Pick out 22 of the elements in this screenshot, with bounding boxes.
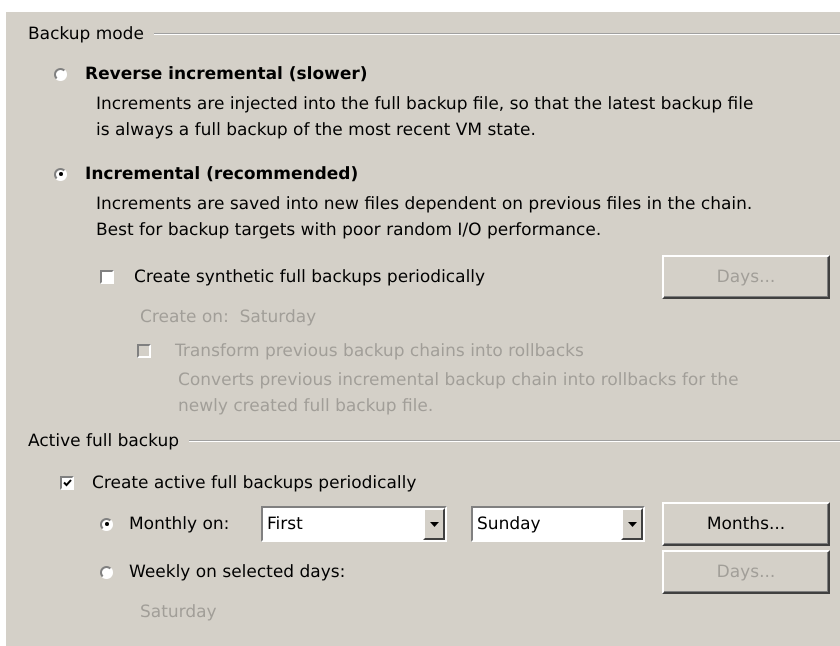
checkbox[interactable] <box>100 270 114 284</box>
dropdown-arrow-icon <box>628 522 636 526</box>
radio-button[interactable] <box>54 68 67 80</box>
option-label: Reverse incremental (slower) <box>85 64 368 84</box>
section-title: Backup mode <box>28 24 144 44</box>
option-label: Incremental (recommended) <box>85 164 358 184</box>
checkmark-icon <box>62 479 72 487</box>
option-label: Monthly on: <box>129 514 230 534</box>
radio-button[interactable] <box>100 518 113 530</box>
section-title: Active full backup <box>28 431 180 451</box>
checkbox-label: Create synthetic full backups periodically <box>134 267 486 287</box>
option-description: Increments are saved into new files dependent on previous files in the chain. Best for backup targets with poor random I/O performance. <box>96 193 752 242</box>
option-label: Weekly on selected days: <box>129 562 346 582</box>
checkbox-label: Create active full backups periodically <box>92 473 416 493</box>
radio-button[interactable] <box>54 168 67 180</box>
radio-button[interactable] <box>100 566 113 578</box>
dropdown-arrow-icon <box>430 522 438 526</box>
option-description: Increments are injected into the full backup file, so that the latest backup file is always a full backup of the most recent VM state. <box>96 93 754 142</box>
dropdown[interactable]: First <box>261 506 447 542</box>
months-button[interactable]: Months... <box>662 502 830 546</box>
dropdown[interactable]: Sunday <box>471 506 645 542</box>
checkbox[interactable] <box>60 476 74 490</box>
